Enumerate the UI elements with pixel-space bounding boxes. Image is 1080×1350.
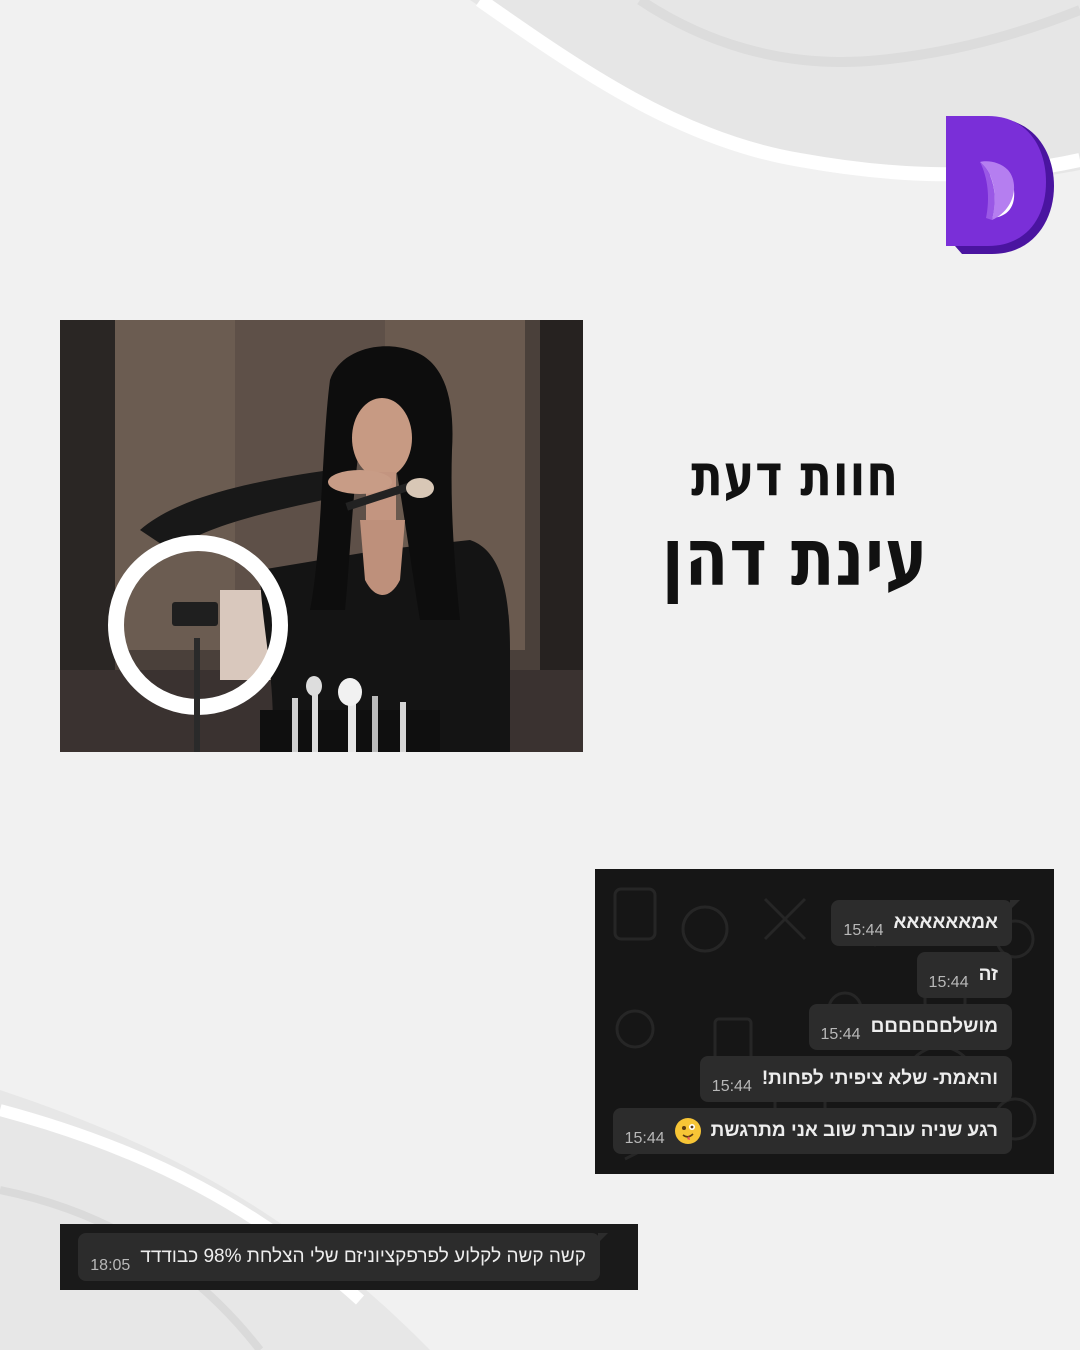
message-time: 18:05 — [90, 1257, 131, 1274]
title-block: חוות דעת עינת דהן — [620, 440, 970, 606]
page-title: חוות דעת — [691, 441, 899, 509]
reviewer-name: עינת דהן — [661, 511, 929, 604]
message-time: 15:44 — [711, 1078, 752, 1095]
zany-face-icon — [674, 1118, 701, 1144]
chat-message: קשה קשה לקלוע לפרפקציוניזם שלי הצלחת 98%… — [78, 1233, 608, 1281]
message-time: 15:44 — [843, 922, 884, 939]
message-text: רגע שניה עוברת שוב אני מתרגשת — [710, 1120, 998, 1141]
message-time: 15:44 — [928, 974, 969, 991]
message-text: אמאאאאאא — [893, 912, 998, 933]
chat-message: אמאאאאאא 15:44 — [831, 900, 1020, 946]
makeup-artist-photo — [60, 320, 583, 752]
message-text: מושלםםםםםם — [870, 1016, 998, 1037]
chat-screenshot: אמאאאאאא 15:44 זה 15:44 מושלםםםםםם 15:44 והאמת… — [595, 869, 1054, 1174]
chat-message: והאמת- שלא ציפיתי לפחות! 15:44 — [699, 1056, 1012, 1102]
message-time: 15:44 — [820, 1026, 861, 1043]
message-text: זה — [978, 964, 998, 985]
message-time: 15:44 — [624, 1130, 665, 1147]
chat-message: זה 15:44 — [916, 952, 1012, 998]
chat-message: מושלםםםםםם 15:44 — [808, 1004, 1012, 1050]
purple-d-logo-icon — [946, 116, 1054, 254]
message-text: והאמת- שלא ציפיתי לפחות! — [761, 1068, 998, 1089]
chat-screenshot-2: קשה קשה לקלוע לפרפקציוניזם שלי הצלחת 98%… — [60, 1224, 638, 1290]
chat-message: רגע שניה עוברת שוב אני מתרגשת 15:44 — [612, 1108, 1012, 1154]
message-text: קשה קשה לקלוע לפרפקציוניזם שלי הצלחת 98%… — [140, 1246, 586, 1267]
